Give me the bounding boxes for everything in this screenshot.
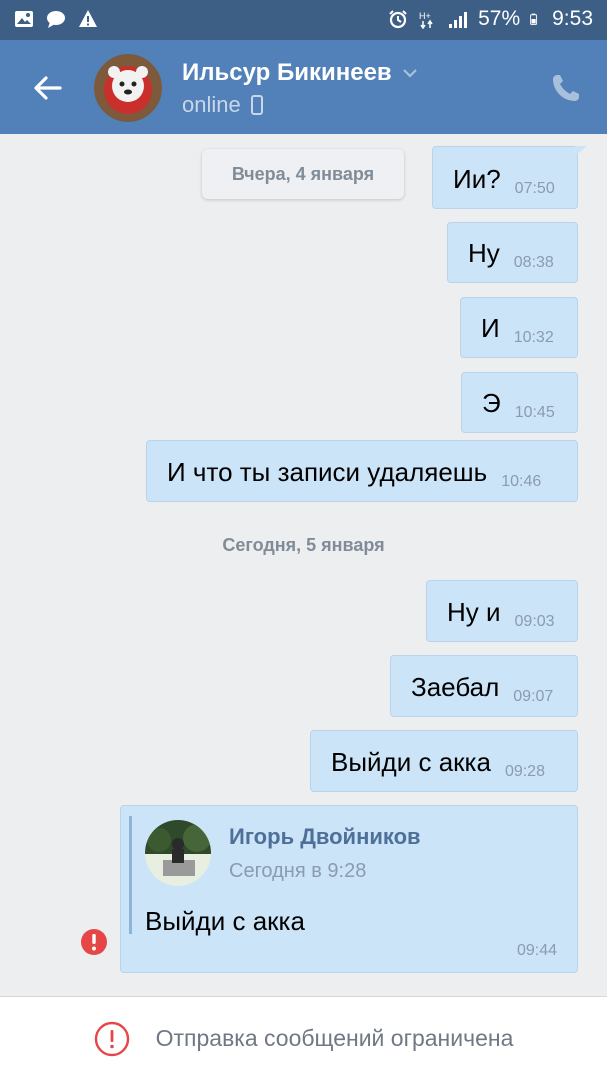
date-separator-yesterday: Вчера, 4 января: [202, 149, 404, 199]
message-time: 09:03: [514, 613, 555, 630]
message-text: Ии?: [453, 164, 501, 194]
message-bubble[interactable]: И 10:32: [460, 297, 578, 358]
battery-percent: 57%: [478, 7, 521, 30]
message-list[interactable]: Вчера, 4 января Ии? 07:50 Ну 08:38 И 10:…: [0, 134, 607, 996]
message-bubble[interactable]: Э 10:45: [461, 372, 578, 433]
message-time: 10:32: [513, 329, 554, 346]
back-arrow-icon[interactable]: [30, 70, 66, 106]
chat-header: Ильсур Бикинеев online: [0, 40, 607, 134]
gallery-icon: [15, 11, 33, 27]
message-text: Заебал: [411, 672, 500, 702]
contact-status: online: [182, 92, 263, 118]
svg-text:H+: H+: [419, 11, 431, 21]
contact-name: Ильсур Бикинеев: [182, 59, 392, 86]
network-icon: H+: [419, 11, 433, 29]
bubble-tail: [575, 146, 587, 156]
alert-circle-icon: [94, 1021, 129, 1056]
messaging-restricted-bar: Отправка сообщений ограничена: [0, 996, 607, 1080]
alarm-icon: [389, 10, 407, 29]
message-text: Э: [482, 388, 501, 418]
forwarded-text: Выйди с акка: [145, 906, 305, 936]
message-bubble[interactable]: Ии? 07:50: [432, 146, 587, 209]
message-text: Ну: [468, 238, 500, 268]
battery-icon: [530, 13, 538, 25]
message-bubble[interactable]: Выйди с акка 09:28: [310, 730, 578, 792]
message-bubble[interactable]: Ну и 09:03: [426, 580, 578, 642]
chat-icon: [47, 11, 65, 28]
message-bubble[interactable]: Заебал 09:07: [390, 655, 578, 717]
chevron-down-icon: [402, 69, 417, 78]
message-text: Ну и: [447, 597, 501, 627]
clock: 9:53: [552, 7, 593, 30]
date-separator-today: Сегодня, 5 января: [222, 535, 385, 555]
forwarded-author-avatar[interactable]: [145, 820, 211, 886]
message-time: 10:45: [514, 404, 555, 421]
send-error-icon[interactable]: [80, 928, 108, 956]
message-time: 09:44: [516, 942, 557, 959]
message-time: 10:46: [501, 473, 542, 490]
message-text: И: [481, 313, 500, 343]
online-status: online: [182, 92, 241, 117]
forwarded-date: Сегодня в 9:28: [229, 860, 367, 882]
contact-avatar[interactable]: [94, 54, 162, 122]
message-time: 09:07: [513, 688, 554, 705]
forwarded-author-name[interactable]: Игорь Двойников: [229, 824, 421, 850]
restriction-text: Отправка сообщений ограничена: [155, 1025, 514, 1051]
message-bubble[interactable]: И что ты записи удаляешь 10:46: [146, 440, 578, 502]
message-time: 08:38: [513, 254, 554, 271]
forwarded-message-bubble[interactable]: Игорь Двойников Сегодня в 9:28 Выйди с а…: [120, 805, 578, 973]
forward-indicator-bar: [129, 816, 132, 934]
message-time: 07:50: [514, 180, 555, 197]
message-bubble[interactable]: Ну 08:38: [447, 222, 578, 283]
status-bar: H+ 57% 9:53: [0, 0, 607, 40]
mobile-phone-icon: [250, 95, 263, 115]
contact-name-button[interactable]: Ильсур Бикинеев: [182, 59, 418, 87]
message-time: 09:28: [504, 763, 545, 780]
phone-call-icon[interactable]: [548, 70, 584, 106]
warning-icon: [79, 10, 97, 27]
signal-icon: [449, 12, 468, 28]
message-text: Выйди с акка: [331, 747, 491, 777]
message-text: И что ты записи удаляешь: [167, 457, 488, 487]
